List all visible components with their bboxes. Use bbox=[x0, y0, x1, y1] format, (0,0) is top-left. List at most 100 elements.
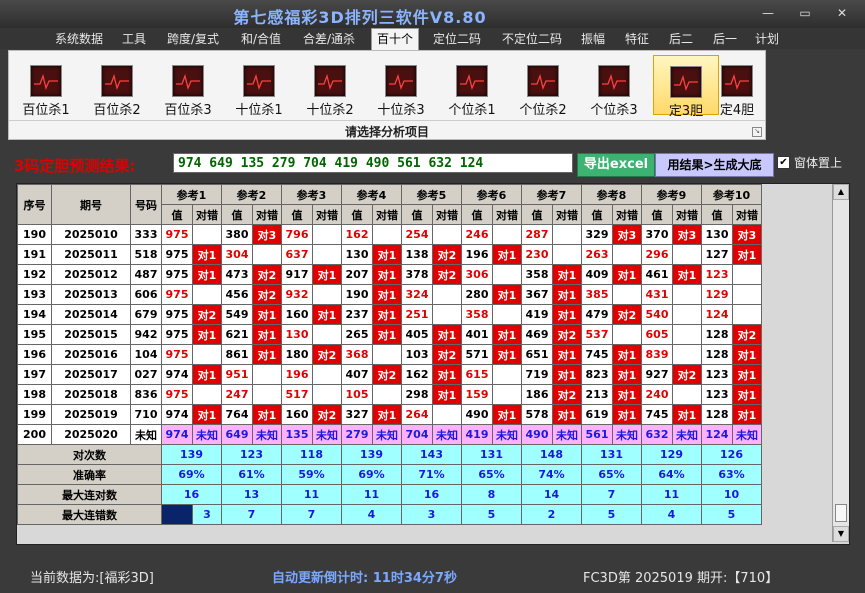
ribbon-button-label[interactable]: 十位杀3 bbox=[369, 99, 433, 118]
table-row[interactable]: 190 2025010 333 975 380 对3 796 162 254 246 287 329 对… bbox=[17, 224, 762, 245]
chart-line-icon[interactable] bbox=[670, 66, 702, 98]
menu-item[interactable]: 定位二码 bbox=[427, 30, 487, 49]
ribbon-button[interactable]: 百位杀2 bbox=[85, 55, 149, 118]
ribbon-button[interactable]: 十位杀1 bbox=[227, 55, 291, 118]
menu-item[interactable]: 和/合值 bbox=[235, 30, 287, 49]
export-excel-button[interactable]: 导出excel bbox=[577, 153, 655, 177]
ribbon-button-label[interactable]: 定3胆 bbox=[654, 100, 718, 119]
minimize-button[interactable]: — bbox=[755, 4, 781, 22]
stats-row[interactable]: 准确率 69% 61% 59% 69% 71% 65% 74% 65% 64% 63% bbox=[17, 464, 762, 485]
ribbon-button-label[interactable]: 百位杀2 bbox=[85, 99, 149, 118]
code-cell: 487 bbox=[130, 264, 162, 285]
menu-item[interactable]: 合差/通杀 bbox=[297, 30, 361, 49]
value-cell: 159 bbox=[461, 384, 493, 405]
stats-row[interactable]: 最大连错数 3 7 7 4 3 5 2 5 4 5 bbox=[17, 504, 762, 525]
scroll-down-icon[interactable]: ▼ bbox=[833, 526, 849, 542]
close-button[interactable]: ✕ bbox=[829, 4, 855, 22]
period-cell: 2025018 bbox=[51, 384, 131, 405]
expand-icon[interactable]: ↘ bbox=[752, 127, 762, 137]
menu-item[interactable]: 计划 bbox=[751, 30, 783, 49]
ribbon-button[interactable]: 百位杀1 bbox=[14, 55, 78, 118]
chart-line-icon[interactable] bbox=[456, 65, 488, 97]
value-cell: 207 bbox=[341, 264, 373, 285]
chart-line-icon[interactable] bbox=[101, 65, 133, 97]
vertical-scrollbar[interactable]: ▲ ▼ bbox=[832, 184, 849, 542]
table-row[interactable]: 192 2025012 487 975 对1 473 对2 917 对1 207 对1 378 对2 30… bbox=[17, 264, 762, 285]
result-cell: 对1 bbox=[552, 344, 582, 365]
prediction-result-field[interactable]: 974 649 135 279 704 419 490 561 632 124 bbox=[173, 153, 573, 173]
stats-value: 65% bbox=[581, 464, 642, 485]
ribbon-button[interactable]: 十位杀2 bbox=[298, 55, 362, 118]
chart-line-icon[interactable] bbox=[527, 65, 559, 97]
menu-item[interactable]: 跨度/复式 bbox=[161, 30, 225, 49]
ribbon-button-label[interactable]: 百位杀1 bbox=[14, 99, 78, 118]
chart-line-icon[interactable] bbox=[721, 65, 753, 97]
ribbon-button[interactable]: 个位杀3 bbox=[582, 55, 646, 118]
menu-item[interactable]: 系统数据 bbox=[48, 30, 110, 49]
menu-item[interactable]: 百十个 bbox=[371, 28, 419, 50]
value-cell: 637 bbox=[281, 244, 313, 265]
code-cell: 606 bbox=[130, 284, 162, 305]
pending-row[interactable]: 200 2025020 未知 974 未知 649 未知 135 未知 279 未知 704 未知 419… bbox=[17, 424, 762, 445]
stay-on-top-label: 窗体置上 bbox=[794, 156, 843, 170]
value-cell: 619 bbox=[581, 404, 613, 425]
menu-item[interactable]: 不定位二码 bbox=[496, 30, 568, 49]
result-subheader: 对错 bbox=[192, 204, 222, 225]
stay-on-top-checkbox[interactable]: ✔ bbox=[777, 156, 790, 169]
ribbon-button[interactable]: 十位杀3 bbox=[369, 55, 433, 118]
stats-value: 139 bbox=[341, 444, 402, 465]
predicted-value-cell: 649 bbox=[221, 424, 253, 445]
selected-cell[interactable] bbox=[161, 504, 193, 525]
stats-row[interactable]: 最大连对数 16 13 11 11 16 8 14 7 11 10 bbox=[17, 484, 762, 505]
ribbon-button[interactable]: 百位杀3 bbox=[156, 55, 220, 118]
chart-line-icon[interactable] bbox=[30, 65, 62, 97]
scroll-up-icon[interactable]: ▲ bbox=[833, 184, 849, 200]
restore-button[interactable]: ▭ bbox=[792, 4, 818, 22]
scrollbar-thumb[interactable] bbox=[835, 504, 847, 522]
table-row[interactable]: 193 2025013 606 975 456 对2 932 190 对1 324 280 对1 367… bbox=[17, 284, 762, 305]
menu-item[interactable]: 后二 bbox=[663, 30, 699, 49]
ribbon-button-label[interactable]: 十位杀2 bbox=[298, 99, 362, 118]
value-cell: 370 bbox=[641, 224, 673, 245]
table-row[interactable]: 195 2025015 942 975 对1 621 对1 130 265 对1 405 对1 401 对… bbox=[17, 324, 762, 345]
ribbon-button-label[interactable]: 个位杀3 bbox=[582, 99, 646, 118]
table-row[interactable]: 197 2025017 027 974 对1 951 196 407 对2 162 对1 615 719… bbox=[17, 364, 762, 385]
ribbon-button[interactable]: 个位杀1 bbox=[440, 55, 504, 118]
ribbon-button-label[interactable]: 十位杀1 bbox=[227, 99, 291, 118]
stats-value: 118 bbox=[281, 444, 342, 465]
ribbon-button-label[interactable]: 个位杀1 bbox=[440, 99, 504, 118]
chart-line-icon[interactable] bbox=[598, 65, 630, 97]
ribbon-button-label[interactable]: 百位杀3 bbox=[156, 99, 220, 118]
seq-cell: 190 bbox=[17, 224, 52, 245]
result-cell: 对2 bbox=[252, 264, 282, 285]
ribbon-button-label[interactable]: 个位杀2 bbox=[511, 99, 575, 118]
stats-row[interactable]: 对次数 139 123 118 139 143 131 148 131 129 126 bbox=[17, 444, 762, 465]
ribbon-button-label[interactable]: 定4胆 bbox=[711, 99, 763, 118]
table-row[interactable]: 199 2025019 710 974 对1 764 对1 160 对2 327 对1 264 490 对… bbox=[17, 404, 762, 425]
header-row[interactable]: 序号 期号 号码 参考1 参考2 参考3 参考4 参考5 参考6 参考7 参考8 参考9 参考10 bbox=[17, 184, 762, 225]
chart-line-icon[interactable] bbox=[172, 65, 204, 97]
table-row[interactable]: 198 2025018 836 975 247 517 105 298 对1 159 186 对2 21… bbox=[17, 384, 762, 405]
menu-item[interactable]: 后一 bbox=[707, 30, 743, 49]
ribbon-button[interactable]: 定3胆 bbox=[653, 55, 719, 119]
value-cell: 240 bbox=[641, 384, 673, 405]
period-cell: 2025020 bbox=[51, 424, 131, 445]
chart-line-icon[interactable] bbox=[314, 65, 346, 97]
menu-item[interactable]: 振幅 bbox=[575, 30, 611, 49]
chart-line-icon[interactable] bbox=[243, 65, 275, 97]
value-cell: 128 bbox=[701, 344, 733, 365]
ribbon-button[interactable]: 个位杀2 bbox=[511, 55, 575, 118]
result-cell: 对1 bbox=[552, 404, 582, 425]
result-cell: 对2 bbox=[672, 364, 702, 385]
ribbon-button[interactable]: 定4胆 bbox=[711, 55, 763, 118]
reference-header: 参考8 bbox=[581, 184, 642, 205]
stats-value: 59% bbox=[281, 464, 342, 485]
value-cell: 823 bbox=[581, 364, 613, 385]
table-row[interactable]: 194 2025014 679 975 对2 549 对1 160 对1 237 对1 251 358 4… bbox=[17, 304, 762, 325]
menu-item[interactable]: 特征 bbox=[619, 30, 655, 49]
menu-item[interactable]: 工具 bbox=[117, 30, 151, 49]
table-row[interactable]: 196 2025016 104 975 861 对1 180 对2 368 103 对2 571 对1 6… bbox=[17, 344, 762, 365]
chart-line-icon[interactable] bbox=[385, 65, 417, 97]
generate-big-base-button[interactable]: 用结果>生成大底 bbox=[655, 153, 774, 177]
table-row[interactable]: 191 2025011 518 975 对1 304 637 130 对1 138 对2 196 对1 2… bbox=[17, 244, 762, 265]
